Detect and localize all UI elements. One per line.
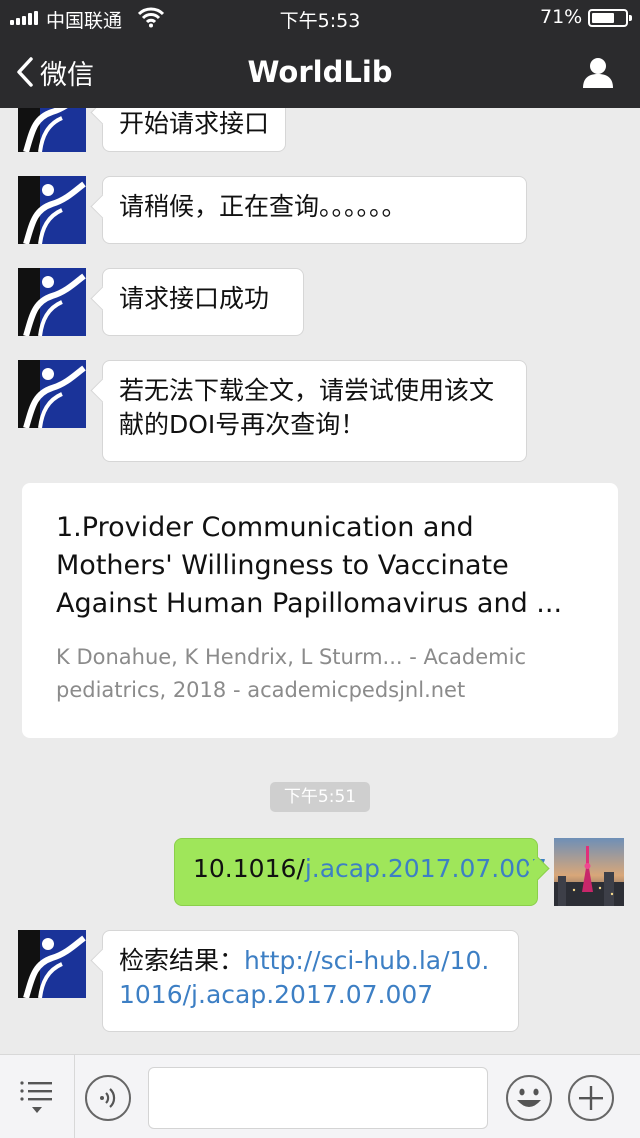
timestamp: 下午5:51 [270, 782, 370, 812]
chat-area[interactable]: 开始请求接口 请稍候，正在查询。。。。。。 请求接口成功 若无法下载全文，请尝试… [0, 108, 640, 1054]
article-title: 1.Provider Communication and Mothers' Wi… [56, 512, 563, 619]
toolbar-divider [74, 1055, 75, 1138]
bot-avatar[interactable] [18, 360, 86, 428]
emoji-icon[interactable] [505, 1074, 553, 1122]
bot-avatar[interactable] [18, 176, 86, 244]
result-message-bubble[interactable]: 检索结果：http://sci-hub.la/10.1016/j.acap.20… [102, 930, 519, 1032]
message-bubble[interactable]: 若无法下载全文，请尝试使用该文献的DOI号再次查询！ [102, 360, 527, 462]
app-header: 中国联通 下午5:53 71% 微信 WorldLib [0, 0, 640, 108]
back-button[interactable]: 微信 [14, 52, 94, 92]
plus-icon[interactable] [567, 1074, 615, 1122]
voice-icon[interactable] [84, 1074, 132, 1122]
doi-prefix: 10.1016/ [193, 854, 305, 883]
back-label: 微信 [40, 59, 94, 91]
message-bubble[interactable]: 开始请求接口 [102, 108, 287, 152]
status-bar: 中国联通 下午5:53 71% [0, 0, 640, 36]
article-meta: K Donahue, K Hendrix, L Sturm... - Acade… [56, 645, 526, 702]
bot-avatar[interactable] [18, 268, 86, 336]
menu-icon[interactable] [18, 1077, 56, 1117]
battery-percent: 71% [540, 6, 583, 28]
doi-link[interactable]: j.acap.2017.07.007 [305, 854, 547, 883]
result-label: 检索结果： [119, 946, 245, 975]
message-input[interactable] [148, 1067, 488, 1129]
battery-icon [588, 9, 632, 27]
chevron-left-icon [17, 57, 33, 87]
profile-icon[interactable] [576, 52, 620, 92]
user-message-bubble[interactable]: 10.1016/j.acap.2017.07.007 [174, 838, 547, 906]
user-avatar[interactable] [554, 838, 624, 906]
input-toolbar [0, 1054, 640, 1138]
bot-avatar[interactable] [18, 108, 86, 152]
bot-avatar[interactable] [18, 930, 86, 998]
chat-title: WorldLib [247, 55, 393, 89]
message-bubble[interactable]: 请稍候，正在查询。。。。。。 [102, 176, 527, 244]
message-bubble[interactable]: 请求接口成功 [102, 268, 304, 336]
article-card[interactable]: 1.Provider Communication and Mothers' Wi… [22, 483, 618, 738]
